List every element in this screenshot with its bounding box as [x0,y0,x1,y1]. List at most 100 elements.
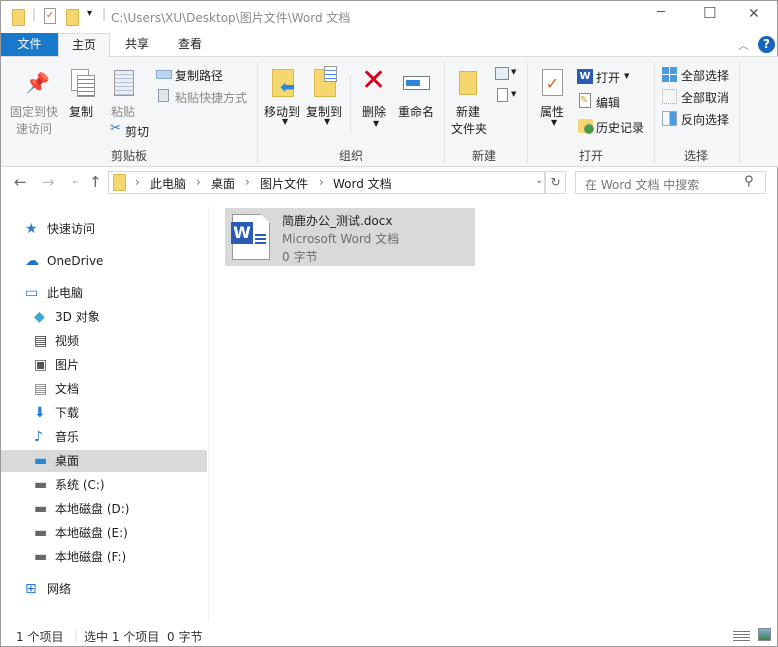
file-name: 简鹿办公_测试.docx [282,214,393,228]
history-clock-icon [584,124,594,134]
search-icon[interactable]: ⚲ [744,174,754,189]
copy-to-page-icon [324,66,337,82]
ribbon: 📌 固定到快 速访问 复制 粘贴 ✂ 剪切 复制路径 粘贴快捷方式 剪贴板 ⬅ … [1,56,778,167]
pin-icon: 📌 [25,71,50,95]
tab-home[interactable]: 主页 [58,33,110,57]
nav-item[interactable]: ★ 快速访问 [1,218,207,240]
breadcrumb-chevron[interactable]: › [245,175,250,189]
file-item[interactable]: W 简鹿办公_测试.docx Microsoft Word 文档 0 字节 [225,208,475,266]
invert-selection-button[interactable]: 反向选择 [681,111,729,128]
search-box[interactable]: 在 Word 文档 中搜索 ⚲ [575,171,766,194]
divider: | [102,7,107,21]
nav-item[interactable]: ▬ 本地磁盘 (F:) [1,546,207,568]
breadcrumb-chevron[interactable]: › [319,175,324,189]
up-button[interactable]: ↑ [89,173,102,191]
breadcrumb-word-docs[interactable]: Word 文档 [333,175,392,192]
nav-item[interactable]: ▤ 文档 [1,378,207,400]
nav-item[interactable]: ▬ 桌面 [1,450,207,472]
nav-item[interactable]: ▬ 本地磁盘 (E:) [1,522,207,544]
nav-item[interactable]: ♪ 音乐 [1,426,207,448]
nav-item[interactable]: ◆ 3D 对象 [1,306,207,328]
dropdown-icon[interactable]: ▼ [373,119,379,128]
history-button[interactable]: 历史记录 [596,119,644,136]
paste-button[interactable]: 粘贴 [111,103,135,120]
download-icon: ⬇ [34,405,46,421]
help-icon[interactable]: ? [758,36,775,53]
rename-button[interactable]: 重命名 [398,103,434,120]
maximize-button[interactable]: ☐ [703,4,716,22]
collapse-ribbon-icon[interactable]: ︿ [738,37,749,53]
nav-item[interactable]: ▬ 本地磁盘 (D:) [1,498,207,520]
breadcrumb-pictures[interactable]: 图片文件 [260,175,308,192]
easy-access-icon[interactable] [497,88,508,102]
group-clipboard: 剪贴板 [111,149,148,163]
minimize-button[interactable]: ─ [657,5,665,20]
separator [350,75,351,135]
pin-label-2[interactable]: 速访问 [16,120,52,137]
paste-shortcut-icon [158,89,169,102]
nav-item-label: OneDrive [47,254,104,268]
tab-file[interactable]: 文件 [1,33,58,56]
group-open: 打开 [579,149,604,163]
nav-item[interactable]: ▭ 此电脑 [1,282,207,304]
nav-item-label: 系统 (C:) [55,478,105,492]
qat-dropdown-icon[interactable]: ▾ [87,8,92,19]
breadcrumb-chevron[interactable]: › [135,175,140,189]
nav-item-label: 本地磁盘 (F:) [55,550,127,564]
large-icons-view-button[interactable] [758,628,771,641]
nav-item[interactable]: ▣ 图片 [1,354,207,376]
dropdown-icon[interactable]: ▼ [551,118,557,127]
music-icon: ♪ [34,429,43,445]
new-folder-qat-icon[interactable] [66,9,79,26]
picture-icon: ▣ [34,357,48,373]
copy-button[interactable]: 复制 [69,103,93,120]
new-folder-label-2[interactable]: 文件夹 [451,120,487,137]
tab-share[interactable]: 共享 [113,33,161,56]
dropdown-icon[interactable]: ▼ [624,72,629,80]
folder-icon [113,174,126,191]
nav-item[interactable]: ▬ 系统 (C:) [1,474,207,496]
new-item-icon[interactable] [495,67,509,80]
copy-path-icon [156,70,172,79]
edit-button[interactable]: 编辑 [596,94,620,111]
back-button[interactable]: ← [14,173,27,191]
edit-icon: ✎ [579,93,591,108]
address-dropdown-icon[interactable]: ⌄ [535,175,543,186]
tab-view[interactable]: 查看 [166,33,214,56]
breadcrumb-this-pc[interactable]: 此电脑 [150,175,186,192]
copy-icon-page [77,75,95,97]
select-all-button[interactable]: 全部选择 [681,67,729,84]
nav-item[interactable]: ⬇ 下载 [1,402,207,424]
pin-label[interactable]: 固定到快 [10,103,58,120]
forward-button[interactable]: → [42,173,55,191]
window-title: C:\Users\XU\Desktop\图片文件\Word 文档 [111,11,351,25]
nav-item-label: 视频 [55,334,80,348]
cube-icon: ◆ [34,309,45,325]
paste-shortcut-button[interactable]: 粘贴快捷方式 [175,89,247,106]
star-icon: ★ [25,221,38,237]
cut-button[interactable]: 剪切 [125,123,149,140]
recent-locations-button[interactable]: ⌄ [71,176,79,186]
dropdown-icon[interactable]: ▼ [324,117,330,126]
dropdown-icon[interactable]: ▼ [511,68,516,76]
separator [257,63,258,163]
dropdown-icon[interactable]: ▼ [511,90,516,98]
drive-icon: ▬ [34,525,48,541]
open-button[interactable]: 打开 [596,69,620,86]
details-view-button[interactable] [733,629,750,641]
breadcrumb-chevron[interactable]: › [196,175,201,189]
copy-path-button[interactable]: 复制路径 [175,67,223,84]
breadcrumb-desktop[interactable]: 桌面 [211,175,235,192]
cloud-icon: ☁ [25,253,39,269]
nav-item[interactable]: ⊞ 网络 [1,578,207,600]
new-folder-icon [459,71,477,95]
dropdown-icon[interactable]: ▼ [282,117,288,126]
refresh-button[interactable]: ↻ [545,171,566,194]
nav-item[interactable]: ▤ 视频 [1,330,207,352]
properties-qat-icon[interactable]: ✓ [44,8,56,24]
select-none-button[interactable]: 全部取消 [681,89,729,106]
close-button[interactable]: ✕ [748,6,760,22]
delete-button[interactable]: 删除 [362,103,386,120]
new-folder-button[interactable]: 新建 [456,103,480,120]
nav-item[interactable]: ☁ OneDrive [1,250,207,272]
